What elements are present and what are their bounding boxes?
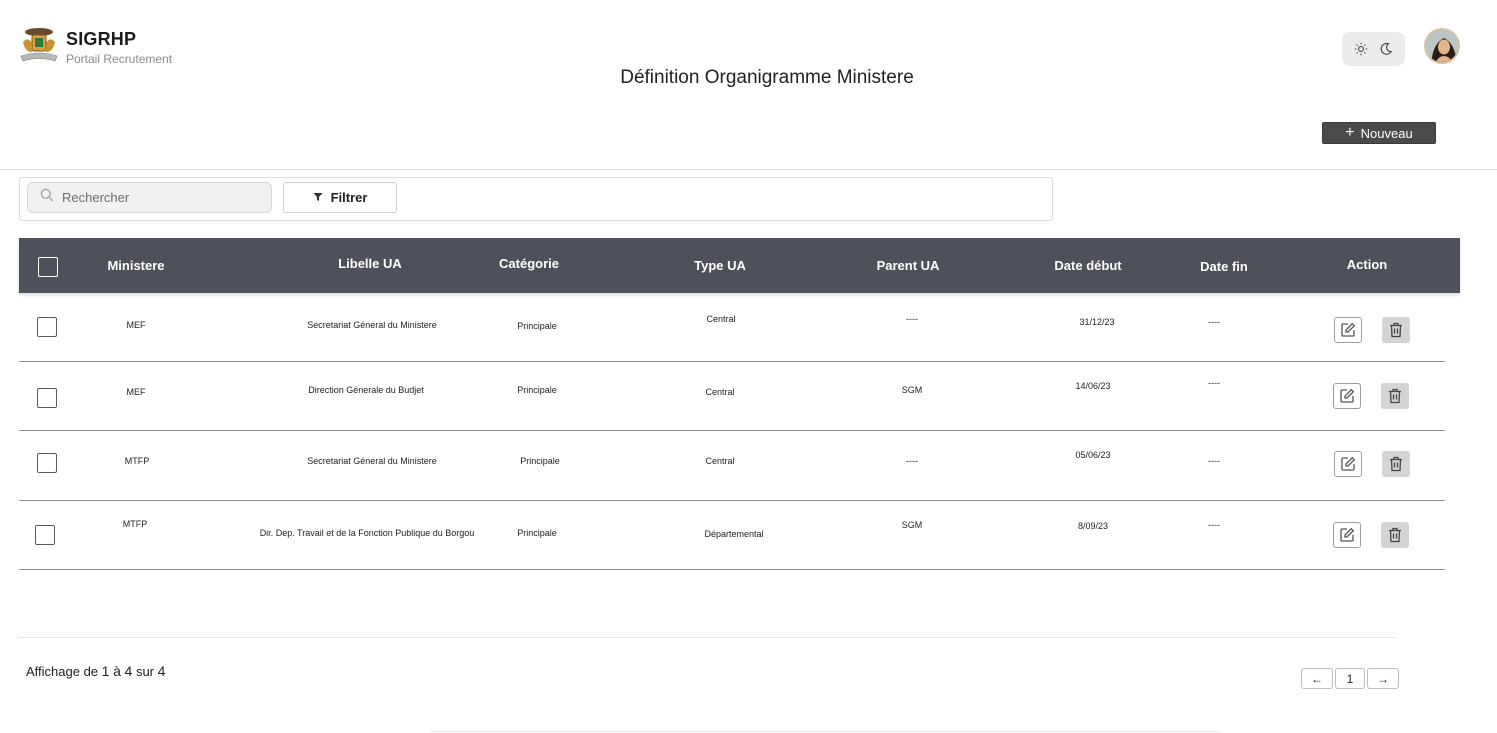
trash-icon [1389,388,1401,404]
row-checkbox[interactable] [37,317,57,337]
cell-libelle-ua: Secretariat Géneral du Ministere [307,320,437,330]
cell-type-ua: Central [705,456,735,466]
cell-type-ua: Central [706,314,736,324]
trash-icon [1390,456,1402,472]
header-divider [0,169,1497,170]
cell-categorie: Principale [517,385,557,395]
summary-sep: sur [135,664,154,679]
column-header-type-ua[interactable]: Type UA [694,258,746,273]
delete-button[interactable] [1382,451,1410,477]
edit-button[interactable] [1334,317,1362,343]
pagination: ← 1 → [1301,668,1399,689]
cell-ministere: MTFP [122,519,148,529]
plus-icon: + [1345,124,1355,141]
cell-ministere: MTFP [124,456,150,466]
column-header-libelle-ua[interactable]: Libelle UA [338,256,402,271]
search-input[interactable] [62,190,242,205]
brand-name: SIGRHP [66,29,137,49]
cell-libelle-ua: Dir. Dep. Travail et de la Fonction Publ… [259,528,475,538]
table-header: Ministere Libelle UA Catégorie Type UA P… [19,238,1460,293]
ministry-coat-of-arms-logo [19,26,59,64]
cell-categorie: Principale [517,321,557,331]
row-checkbox[interactable] [37,388,57,408]
brand-subtitle: Portail Recrutement [66,52,173,66]
delete-button[interactable] [1382,317,1410,343]
trash-icon [1390,322,1402,338]
sun-icon[interactable] [1354,42,1368,56]
arrow-right-icon: → [1377,671,1389,686]
filter-label: Filtrer [330,190,368,205]
column-header-ministere[interactable]: Ministere [107,258,164,273]
delete-button[interactable] [1381,522,1409,548]
column-header-date-fin[interactable]: Date fin [1200,259,1248,274]
cell-date-debut: 31/12/23 [1079,317,1115,327]
summary-prefix: Affichage de [26,664,99,679]
column-header-categorie[interactable]: Catégorie [499,256,559,271]
trash-icon [1389,527,1401,543]
search-box[interactable] [27,182,272,213]
page-number-button[interactable]: 1 [1335,668,1365,689]
table-row: MEF Direction Génerale du Budjet Princip… [19,362,1445,431]
edit-button[interactable] [1334,451,1362,477]
cell-libelle-ua: Direction Génerale du Budjet [308,385,424,395]
cell-date-debut: 05/06/23 [1075,450,1111,460]
edit-icon [1341,456,1356,471]
select-all-checkbox[interactable] [38,257,58,277]
cell-categorie: Principale [520,456,560,466]
cell-parent-ua: SGM [901,385,923,395]
cell-date-fin: ---- [1208,378,1220,388]
user-avatar[interactable] [1424,28,1460,64]
cell-parent-ua: ---- [906,456,918,466]
arrow-left-icon: ← [1311,671,1323,686]
row-checkbox[interactable] [35,525,55,545]
page-title: Définition Organigramme Ministere [620,67,914,88]
cell-ministere: MEF [126,387,146,397]
cell-parent-ua: SGM [901,520,923,530]
next-page-button[interactable]: → [1367,668,1399,689]
pagination-summary: Affichage de 1 à 4 sur 4 [26,663,165,679]
edit-button[interactable] [1333,522,1361,548]
funnel-icon [313,190,323,205]
theme-toggle[interactable] [1342,32,1405,66]
search-icon [40,188,54,207]
edit-icon [1340,388,1355,403]
cell-date-fin: ---- [1208,317,1220,327]
cell-date-fin: ---- [1208,456,1220,466]
cell-categorie: Principale [517,528,557,538]
summary-mid: à [113,663,121,679]
new-button[interactable]: + Nouveau [1322,122,1436,144]
edit-button[interactable] [1333,383,1361,409]
cell-date-fin: ---- [1208,520,1220,530]
row-checkbox[interactable] [37,453,57,473]
moon-icon[interactable] [1379,42,1393,56]
summary-to: 4 [124,663,133,679]
footer-divider [19,637,1395,638]
summary-total: 4 [157,663,166,679]
filter-button[interactable]: Filtrer [283,182,397,213]
column-header-parent-ua[interactable]: Parent UA [877,258,940,273]
table-row: MTFP Dir. Dep. Travail et de la Fonction… [19,501,1445,570]
edit-icon [1341,322,1356,337]
new-button-label: Nouveau [1360,125,1413,141]
table-row: MTFP Secretariat Géneral du Ministere Pr… [19,432,1445,501]
edit-icon [1340,527,1355,542]
column-header-date-debut[interactable]: Date début [1054,258,1121,273]
cell-date-debut: 14/06/23 [1075,381,1111,391]
cell-type-ua: Central [705,387,735,397]
cell-date-debut: 8/09/23 [1077,521,1109,531]
table-row: MEF Secretariat Géneral du Ministere Pri… [19,293,1445,362]
delete-button[interactable] [1381,383,1409,409]
column-header-action: Action [1346,257,1388,272]
cell-libelle-ua: Secretariat Géneral du Ministere [307,456,437,466]
cell-ministere: MEF [126,320,146,330]
cell-parent-ua: ---- [906,314,918,324]
cell-type-ua: Départemental [704,529,764,539]
summary-from: 1 [101,663,110,679]
bottom-edge-line [430,731,1220,732]
previous-page-button[interactable]: ← [1301,668,1333,689]
